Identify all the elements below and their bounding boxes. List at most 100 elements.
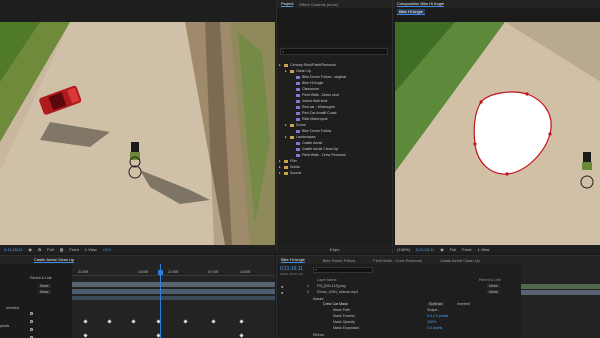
composition-icon (296, 87, 300, 91)
footage-timecode[interactable]: 0;11;16;11 (4, 247, 22, 252)
comp-subtab[interactable]: Bike Hi Angle (397, 9, 425, 15)
chevron-right-icon[interactable]: ▸ (285, 68, 288, 74)
layer-1-name[interactable]: Fill_[000-119].png (317, 284, 346, 288)
playhead-handle[interactable] (158, 270, 163, 275)
color-icon[interactable]: ✿ (38, 247, 41, 252)
footage-view-select[interactable]: Front (69, 247, 78, 252)
bpc-label[interactable]: 8 bpc (330, 247, 340, 252)
mask-inverted-checkbox[interactable]: Inverted (457, 302, 470, 306)
mask-expansion-label: Mask Expansion (333, 326, 360, 330)
tab-bike-hi-angle[interactable]: Bike Hi Angle (281, 257, 305, 263)
layer-bar[interactable] (72, 282, 275, 287)
aerial-road-footage (0, 22, 275, 245)
project-tree-label: Source (290, 171, 302, 175)
mask-feather-label: Mask Feather (333, 314, 355, 318)
keyframe[interactable] (211, 319, 216, 324)
tab-castle-aerial[interactable]: Castle Aerial Clean Up (440, 258, 480, 263)
eye-icon[interactable]: ● (281, 290, 283, 295)
keyframe[interactable] (131, 319, 136, 324)
ruler-tick: 21:00f (78, 270, 88, 274)
keyframe[interactable] (83, 319, 88, 324)
parent-select-1[interactable]: None (38, 284, 51, 288)
chevron-right-icon[interactable]: ▸ (279, 62, 282, 68)
tab-bike-drone-follow[interactable]: Bike Drone Follow (323, 258, 355, 263)
snapshot-icon[interactable]: ◉ (440, 247, 444, 252)
timeline-left-track-area: 21:00f 14:00f 21:00f 07:00f 14:00f (72, 264, 275, 338)
composition-icon (296, 141, 300, 145)
switch-icon[interactable] (30, 312, 33, 315)
mask-expansion-value[interactable]: 0.0 pixels (427, 326, 442, 330)
keyframe[interactable] (239, 319, 244, 324)
tab-castle-aerial-clean-up[interactable]: Castle Aerial Clean Up (34, 257, 75, 263)
keyframe[interactable] (107, 319, 112, 324)
switch-icon[interactable] (30, 328, 33, 331)
layer-1-number: 1 (307, 284, 309, 288)
tab-field-walk[interactable]: Field Walk - Crew Removal (373, 258, 421, 263)
composition-icon (296, 93, 300, 97)
ruler-tick: 14:00f (138, 270, 148, 274)
composition-icon (296, 111, 300, 115)
tab-effect-controls[interactable]: Effect Controls (none) (299, 2, 338, 7)
inverted-label: Inverted (6, 306, 19, 310)
composition-tabbar: Composition Bike Hi Angle (393, 0, 600, 8)
layer-bar[interactable] (521, 290, 600, 295)
chevron-right-icon[interactable]: ▸ (285, 134, 288, 140)
mask-path-value[interactable]: Shape... (427, 308, 440, 312)
search-icon: ⌕ (315, 267, 318, 272)
layer-bar[interactable] (72, 289, 275, 294)
work-area-bar[interactable] (72, 296, 275, 300)
chevron-right-icon[interactable]: ▸ (285, 122, 288, 128)
timeline-search-field[interactable]: ⌕ (313, 267, 373, 273)
folder-icon (290, 135, 294, 139)
playhead[interactable] (160, 264, 161, 338)
project-tree-item[interactable]: ▸ Source (279, 170, 389, 176)
tab-composition[interactable]: Composition Bike Hi Angle (397, 1, 445, 7)
layer-1-parent[interactable]: None (487, 284, 500, 288)
footage-viewer (0, 0, 275, 245)
camera-icon[interactable]: ◉ (28, 247, 32, 252)
mask-mode-select[interactable]: Subtract (427, 302, 445, 306)
parent-select-2[interactable]: None (38, 290, 51, 294)
comp-views-select[interactable]: 1 View (478, 247, 490, 252)
mask-path-label: Mask Path (333, 308, 350, 312)
eye-icon[interactable]: ● (281, 284, 283, 289)
comp-view-select[interactable]: Front (462, 247, 471, 252)
keyframe[interactable] (183, 319, 188, 324)
project-tree: ▸ Century Roto/Paint/Removal ▸ Clean Up Bike… (279, 62, 389, 176)
project-tree-label: Field Walk - Crew Removal (302, 153, 346, 157)
grid-icon[interactable]: ▦ (60, 247, 64, 252)
footage-views-select[interactable]: 1 View (85, 247, 97, 252)
mask-opacity-label: Mask Opacity (333, 320, 355, 324)
comp-quality-select[interactable]: Full (450, 247, 456, 252)
comp-timecode[interactable]: 0;11;16;11 (416, 247, 434, 252)
ruler-tick: 07:00f (208, 270, 218, 274)
mask-opacity-value[interactable]: 100% (427, 320, 436, 324)
tab-project[interactable]: Project (281, 1, 294, 7)
keyframe[interactable] (239, 333, 244, 338)
parent-header: Parent & Link (479, 278, 501, 282)
project-search-field[interactable]: ⌕ (280, 48, 388, 55)
layer-bar[interactable] (521, 284, 600, 289)
composition-icon (296, 75, 300, 79)
footage-quality-select[interactable]: Full (47, 247, 53, 252)
layer-2-parent[interactable]: None (487, 290, 500, 294)
search-icon: ⌕ (282, 49, 285, 54)
effects-label: Effects (313, 333, 324, 337)
footage-exposure[interactable]: +0.0 (103, 247, 111, 252)
project-tabbar: Project Effect Controls (none) (277, 0, 392, 8)
folder-icon (290, 69, 294, 73)
switch-icon[interactable] (30, 320, 33, 323)
timeline-left-tabbar: Castle Aerial Clean Up (0, 256, 275, 264)
comp-zoom-select[interactable]: (136%) (397, 247, 410, 252)
project-footer: 8 bpc (277, 245, 392, 253)
mask-feather-value[interactable]: 0.0,0.0 pixels (427, 314, 448, 318)
layer-2-name[interactable]: Drone_0494_selects.mp4 (317, 290, 358, 294)
project-tree-label: Ride Motorcycle (302, 117, 328, 121)
mask-name[interactable]: Crew Car Mask (323, 302, 348, 306)
timeline-right-track-area (521, 264, 600, 338)
chevron-right-icon[interactable]: ▸ (279, 170, 282, 176)
masks-label: Masks (313, 297, 324, 301)
composition-icon (296, 129, 300, 133)
composition-footage (395, 22, 600, 245)
keyframe[interactable] (83, 333, 88, 338)
